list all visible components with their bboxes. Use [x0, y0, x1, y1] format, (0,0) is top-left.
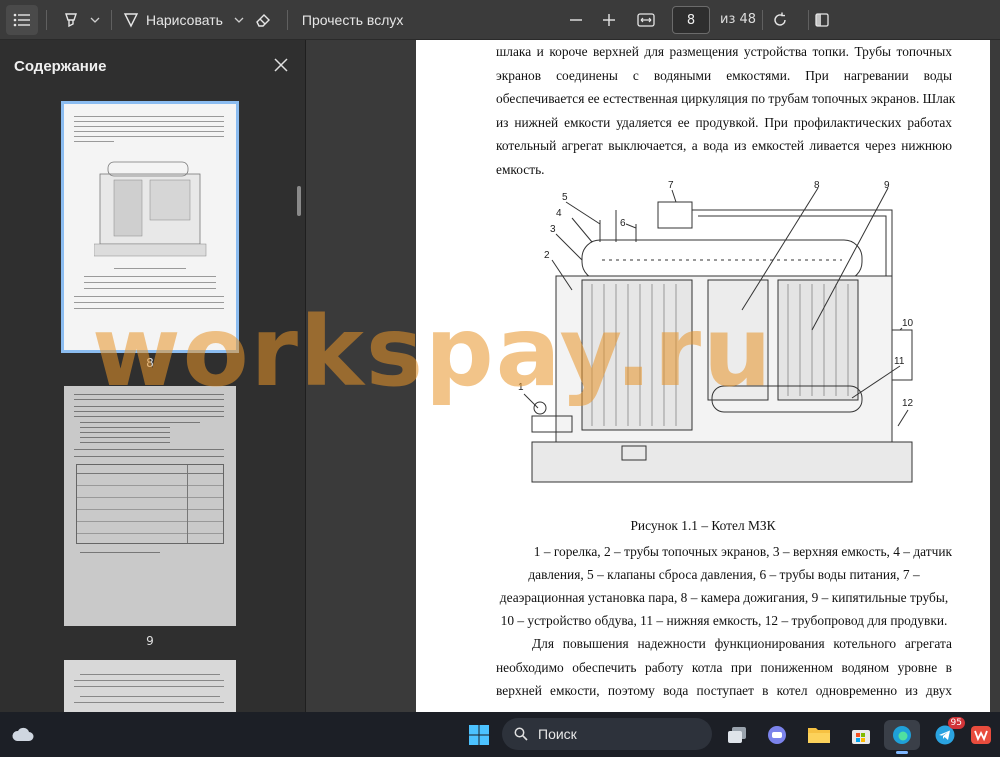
rotate-button[interactable]: [764, 5, 796, 35]
sidebar-scrollbar[interactable]: [297, 186, 301, 216]
windows-icon: [469, 725, 489, 745]
zoom-out-button[interactable]: [560, 5, 592, 35]
page-total-label: из 48: [720, 12, 757, 27]
text-line: котельный агрегат выключается, а вода из…: [496, 138, 952, 153]
close-icon: [274, 58, 288, 72]
edge-icon: [893, 726, 911, 744]
pdf-viewer-window: Нарисовать Прочесть вслух 8 из 48 Содерж…: [0, 0, 1000, 757]
paragraph-1: шлака и короче верхней для размещения ус…: [496, 40, 956, 181]
figure-label: 4: [556, 208, 562, 219]
figure-legend: 1 – горелка, 2 – трубы топочных экранов,…: [496, 540, 952, 632]
figure-label: 7: [668, 180, 674, 191]
text-line: деаэрационная установка пара, 8 – камера…: [499, 590, 949, 605]
text-line: обеспечивается ее естественная циркуляци…: [496, 91, 956, 106]
text-line: емкость.: [496, 161, 545, 177]
paragraph-2: Для повышения надежности функционировани…: [496, 632, 952, 703]
text-line: необходимо обеспечить работу котла при п…: [496, 659, 952, 675]
file-explorer-button[interactable]: [804, 720, 834, 750]
figure-label: 9: [884, 180, 890, 191]
thumbnail-figure: [94, 161, 207, 257]
page-thumbnail-10[interactable]: [64, 660, 236, 712]
minus-icon: [570, 18, 582, 21]
figure-label: 3: [550, 224, 556, 235]
toolbar-divider: [111, 9, 112, 30]
text-line: шлака и короче верхней для размещения ус…: [496, 44, 952, 59]
folder-icon: [808, 728, 830, 743]
search-icon: [514, 727, 528, 741]
page-view-icon: [815, 12, 829, 27]
figure-label: 5: [562, 192, 568, 203]
highlighter-icon: [65, 12, 77, 27]
teams-button[interactable]: [762, 720, 792, 750]
weather-widget[interactable]: [8, 720, 38, 750]
text-line: 1 – горелка, 2 – трубы топочных экранов,…: [533, 544, 952, 559]
edge-button[interactable]: [884, 720, 920, 754]
plus-icon: [603, 13, 615, 26]
text-line: Для повышения надежности функционировани…: [532, 636, 952, 651]
thumbnail-table: [76, 464, 224, 544]
text-line: экранов соединены с водяными емкостями. …: [496, 67, 952, 83]
task-view-icon: [728, 727, 746, 743]
text-line: давления, 5 – клапаны сброса давления, 6…: [528, 567, 920, 582]
chevron-down-icon: [90, 17, 100, 23]
cloud-icon: [12, 727, 34, 741]
zoom-in-button[interactable]: [593, 5, 625, 35]
taskbar: Поиск 95: [0, 712, 1000, 757]
text-line: 10 – устройство обдува, 11 – нижняя емко…: [500, 613, 948, 628]
text-line: верхней емкости, поэтому вода поступает …: [496, 683, 952, 698]
thumbnail-page-number: 9: [146, 634, 154, 648]
draw-label: Нарисовать: [146, 11, 223, 28]
figure-label: 8: [814, 180, 820, 191]
read-aloud-button[interactable]: Прочесть вслух: [296, 5, 409, 35]
contents-toggle-button[interactable]: [6, 4, 38, 35]
task-view-button[interactable]: [722, 720, 752, 750]
chat-icon: [768, 726, 786, 744]
eraser-icon: [256, 13, 270, 27]
figure-caption: Рисунок 1.1 – Котел МЗК: [630, 518, 776, 533]
draw-button[interactable]: Нарисовать: [120, 5, 231, 35]
page-number-input[interactable]: 8: [672, 6, 710, 34]
sidebar-close-button[interactable]: [268, 52, 294, 78]
fit-width-icon: [637, 12, 655, 27]
figure-label: 2: [544, 250, 550, 261]
store-icon: [852, 730, 870, 744]
text-line: из нижней емкости удаляется ее продувкой…: [496, 114, 952, 130]
toolbar-divider: [46, 9, 47, 30]
wps-icon: [971, 726, 991, 744]
eraser-button[interactable]: [247, 5, 279, 35]
notification-badge: 95: [947, 717, 965, 729]
page-thumbnail-9[interactable]: [64, 386, 236, 626]
read-aloud-label: Прочесть вслух: [301, 11, 404, 28]
chevron-down-icon: [234, 17, 244, 23]
taskbar-search[interactable]: Поиск: [502, 718, 712, 750]
figure-label: 6: [620, 218, 626, 229]
toolbar: Нарисовать Прочесть вслух 8 из 48: [0, 0, 1000, 40]
wps-office-button[interactable]: [966, 720, 996, 750]
toolbar-divider: [762, 10, 763, 30]
draw-dropdown[interactable]: [231, 5, 247, 35]
page-view-button[interactable]: [806, 5, 838, 35]
figure-label: 11: [894, 356, 905, 367]
highlight-button[interactable]: [55, 5, 87, 35]
toolbar-divider: [286, 9, 288, 30]
fit-width-button[interactable]: [630, 5, 662, 35]
figure-label: 10: [902, 318, 914, 329]
pen-icon: [123, 12, 139, 28]
start-button[interactable]: [464, 720, 494, 750]
rotate-icon: [774, 12, 786, 26]
highlight-dropdown[interactable]: [87, 5, 103, 35]
search-label: Поиск: [538, 726, 577, 742]
figure-label: 12: [902, 398, 914, 409]
telegram-button[interactable]: 95: [930, 717, 965, 750]
sidebar-title: Содержание: [14, 58, 107, 75]
store-button[interactable]: [846, 720, 876, 750]
watermark: workspay.ru: [92, 296, 774, 408]
list-icon: [13, 13, 30, 26]
